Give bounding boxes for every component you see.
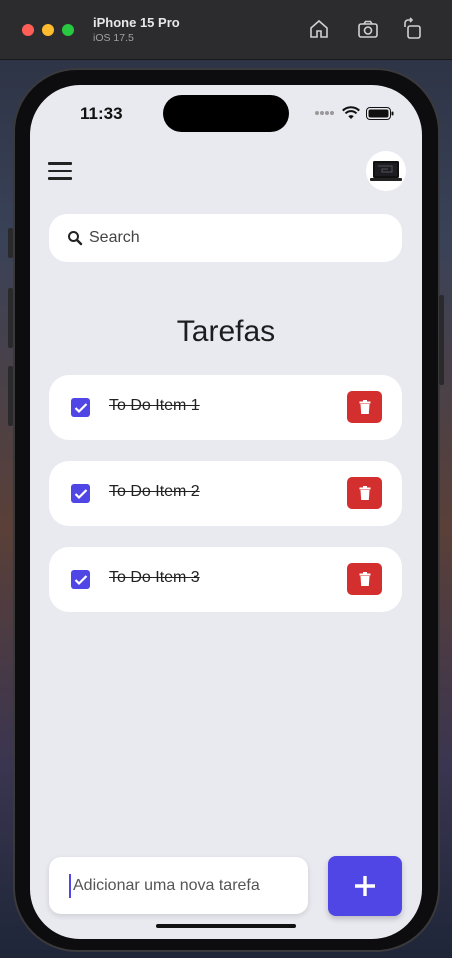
status-icons xyxy=(314,105,394,121)
delete-todo-button[interactable] xyxy=(347,391,382,423)
wifi-icon xyxy=(342,106,360,119)
laptop-icon xyxy=(370,161,402,181)
todo-item: To Do Item 1 xyxy=(49,375,402,440)
delete-todo-button[interactable] xyxy=(347,563,382,595)
checkmark-icon xyxy=(74,574,87,585)
todo-label: To Do Item 3 xyxy=(109,569,200,586)
simulator-titlebar: iPhone 15 Pro iOS 17.5 xyxy=(0,0,452,60)
todo-item: To Do Item 2 xyxy=(49,461,402,526)
todo-label: To Do Item 1 xyxy=(109,397,200,414)
volume-up-button xyxy=(8,288,13,348)
home-icon[interactable] xyxy=(307,17,331,41)
new-task-placeholder: Adicionar uma nova tarefa xyxy=(73,876,260,894)
power-button xyxy=(439,295,444,385)
signal-dots-icon xyxy=(315,111,334,115)
avatar[interactable] xyxy=(366,151,406,191)
todo-checkbox[interactable] xyxy=(71,484,90,503)
text-caret xyxy=(69,873,71,898)
action-button xyxy=(8,228,13,258)
todo-checkbox[interactable] xyxy=(71,570,90,589)
checkmark-icon xyxy=(74,488,87,499)
simulator-os-version: iOS 17.5 xyxy=(93,32,134,44)
todo-item: To Do Item 3 xyxy=(49,547,402,612)
minimize-window-button[interactable] xyxy=(42,24,54,36)
trash-icon xyxy=(359,486,370,500)
todo-label: To Do Item 2 xyxy=(109,483,200,500)
checkmark-icon xyxy=(74,402,87,413)
screenshot-icon[interactable] xyxy=(356,17,380,41)
status-time: 11:33 xyxy=(80,104,123,123)
hamburger-icon[interactable] xyxy=(48,162,72,182)
trash-icon xyxy=(359,572,370,586)
dynamic-island xyxy=(163,95,289,132)
simulator-device-name: iPhone 15 Pro xyxy=(93,15,180,30)
delete-todo-button[interactable] xyxy=(347,477,382,509)
new-task-input[interactable]: Adicionar uma nova tarefa xyxy=(49,857,308,914)
add-task-button[interactable] xyxy=(328,856,402,916)
home-indicator xyxy=(156,924,296,928)
zoom-window-button[interactable] xyxy=(62,24,74,36)
plus-icon xyxy=(355,876,375,896)
rotate-icon[interactable] xyxy=(401,17,425,41)
trash-icon xyxy=(359,400,370,414)
app-screen: 11:33 Search Tarefas To Do Item 1 To Do … xyxy=(30,85,422,939)
search-input[interactable]: Search xyxy=(89,229,140,247)
search-bar[interactable]: Search xyxy=(49,214,402,262)
search-icon xyxy=(68,231,83,246)
volume-down-button xyxy=(8,366,13,426)
todo-checkbox[interactable] xyxy=(71,398,90,417)
close-window-button[interactable] xyxy=(22,24,34,36)
page-title: Tarefas xyxy=(176,315,276,348)
battery-icon xyxy=(366,106,394,120)
